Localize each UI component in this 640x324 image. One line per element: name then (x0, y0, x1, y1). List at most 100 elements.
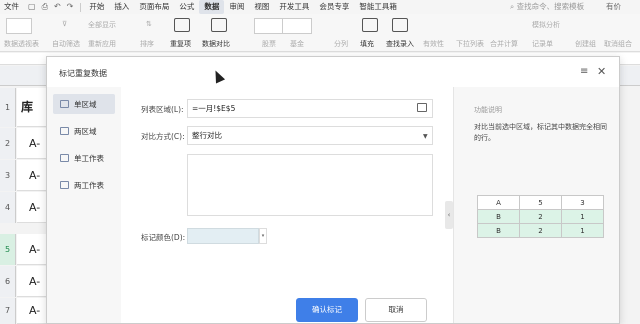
table-cell: B (477, 223, 520, 238)
table-cell[interactable]: A-0 (17, 160, 47, 213)
menu-right-label[interactable]: 有价 (606, 1, 621, 12)
table-cell: 2 (519, 209, 562, 224)
nav-single-range[interactable]: 单区域 (53, 94, 115, 114)
reapply-button[interactable]: 重新应用 (88, 39, 116, 49)
table-cell[interactable]: A-0 (17, 192, 47, 245)
close-icon[interactable]: ✕ (597, 65, 606, 78)
table-cell[interactable]: A-0 (17, 266, 47, 319)
table-cell: 1 (561, 209, 604, 224)
validity-button[interactable]: 有效性 (423, 39, 444, 49)
sort-button[interactable]: 排序 (140, 39, 154, 49)
tab-smart-toolbox[interactable]: 智能工具箱 (354, 0, 402, 14)
simulation-button[interactable]: 模拟分析 (532, 20, 560, 30)
info-title: 功能说明 (474, 106, 502, 114)
table-cell: B (477, 209, 520, 224)
compare-options-area[interactable] (187, 154, 433, 216)
undo-icon[interactable]: ↶ (54, 2, 61, 12)
dropdown-list-button[interactable]: 下拉列表 (456, 39, 484, 49)
duplicates-button[interactable]: 重复项 (170, 39, 191, 49)
range-input[interactable]: =一月!$E$5 (187, 99, 433, 118)
command-search[interactable]: ⌕ 查找命令、搜索模板 (510, 1, 584, 12)
table-cell: 2 (519, 223, 562, 238)
tab-member[interactable]: 会员专享 (314, 0, 354, 14)
tab-review[interactable]: 审阅 (224, 0, 249, 14)
compare-mode-label: 对比方式(C): (141, 132, 185, 141)
single-sheet-icon (60, 154, 69, 162)
table-cell[interactable]: 库房- (17, 88, 47, 153)
mark-color-swatch[interactable] (187, 228, 259, 244)
info-description: 对比当前选中区域，标记其中数据完全相同的行。 (474, 123, 607, 142)
find-entry-button[interactable]: 查找录入 (386, 39, 414, 49)
range-label: 列表区域(L): (141, 105, 184, 114)
row-number[interactable]: 3 (0, 160, 16, 191)
row-number[interactable]: 1 (0, 88, 16, 127)
row-number-selected[interactable]: 5 (0, 234, 16, 265)
split-column-button[interactable]: 分列 (334, 39, 348, 49)
save-icon[interactable]: ▢ (28, 2, 36, 12)
table-cell[interactable]: A-0 (17, 128, 47, 181)
ungroup-button[interactable]: 取消组合 (604, 39, 632, 49)
two-sheets-icon (60, 181, 69, 189)
compare-icon (211, 18, 227, 32)
command-search-label: 查找命令、搜索模板 (516, 2, 585, 11)
nav-label: 两工作表 (74, 180, 104, 190)
record-sheet-button[interactable]: 记录单 (532, 39, 553, 49)
tab-developer[interactable]: 开发工具 (274, 0, 314, 14)
table-cell[interactable]: A-0 (17, 234, 47, 287)
tab-page-layout[interactable]: 页面布局 (134, 0, 174, 14)
cancel-button[interactable]: 取消 (365, 298, 427, 322)
tab-home[interactable]: 开始 (84, 0, 109, 14)
search-icon: ⌕ (510, 2, 517, 11)
tab-data[interactable]: 数据 (199, 0, 225, 14)
example-table: A 5 3 B 2 1 B 2 1 (477, 195, 604, 238)
nav-two-ranges[interactable]: 两区域 (53, 121, 115, 141)
single-range-icon (60, 100, 69, 108)
row-number[interactable]: 6 (0, 266, 16, 297)
stock-chart-icon (254, 18, 284, 34)
tab-insert[interactable]: 插入 (109, 0, 134, 14)
ribbon: 数据透视表 自动筛选 ⊽ 全部显示 重新应用 ⇅ 排序 重复项 数据对比 股票 … (0, 14, 640, 52)
data-compare-button[interactable]: 数据对比 (202, 39, 230, 49)
pivot-table-button[interactable]: 数据透视表 (4, 39, 39, 49)
file-menu[interactable]: 文件 (0, 0, 24, 14)
fill-icon (362, 18, 378, 32)
mode-sidebar: 单区域 两区域 单工作表 两工作表 (47, 87, 121, 323)
consolidate-button[interactable]: 合并计算 (490, 39, 518, 49)
nav-label: 单工作表 (74, 153, 104, 163)
color-dropdown-icon[interactable]: ▾ (259, 228, 267, 244)
mark-color-label: 标记颜色(D): (141, 233, 186, 242)
mark-duplicates-dialog: 标记重复数据 ≡ ✕ 单区域 两区域 单工作表 两工作表 列表区域(L): =一… (46, 56, 620, 324)
nav-label: 两区域 (74, 126, 97, 136)
compare-mode-select[interactable]: 整行对比 (187, 126, 433, 145)
create-group-button[interactable]: 创建组 (575, 39, 596, 49)
fund-chart-icon (282, 18, 312, 34)
redo-icon[interactable]: ↷ (67, 2, 74, 12)
stock-button[interactable]: 股票 (262, 39, 276, 49)
print-icon[interactable]: ⎙ (42, 2, 48, 12)
autofilter-button[interactable]: 自动筛选 (52, 39, 80, 49)
table-cell: 3 (561, 195, 604, 210)
row-number[interactable]: 2 (0, 128, 16, 159)
two-ranges-icon (60, 127, 69, 135)
find-entry-icon (392, 18, 408, 32)
info-panel: 功能说明 对比当前选中区域，标记其中数据完全相同的行。 A 5 3 B 2 1 … (453, 87, 619, 323)
fill-button[interactable]: 填充 (360, 39, 374, 49)
range-picker-icon[interactable] (417, 103, 427, 112)
panel-collapse-handle[interactable]: ‹ (445, 201, 453, 229)
dialog-header[interactable]: 标记重复数据 ≡ ✕ (47, 57, 619, 87)
nav-two-sheets[interactable]: 两工作表 (53, 175, 115, 195)
tab-formulas[interactable]: 公式 (174, 0, 199, 14)
row-number[interactable]: 4 (0, 192, 16, 223)
menu-icon[interactable]: ≡ (580, 66, 588, 77)
fund-button[interactable]: 基金 (290, 39, 304, 49)
show-all-button[interactable]: 全部显示 (88, 20, 116, 30)
table-cell[interactable]: A-0 (17, 298, 47, 324)
tab-view[interactable]: 视图 (249, 0, 274, 14)
table-row-duplicate: B 2 1 (477, 209, 604, 224)
confirm-mark-button[interactable]: 确认标记 (296, 298, 358, 322)
nav-single-sheet[interactable]: 单工作表 (53, 148, 115, 168)
row-number[interactable]: 7 (0, 298, 16, 324)
pivot-table-icon (6, 18, 32, 34)
nav-label: 单区域 (74, 99, 97, 109)
chevron-down-icon[interactable]: ▼ (423, 133, 428, 140)
